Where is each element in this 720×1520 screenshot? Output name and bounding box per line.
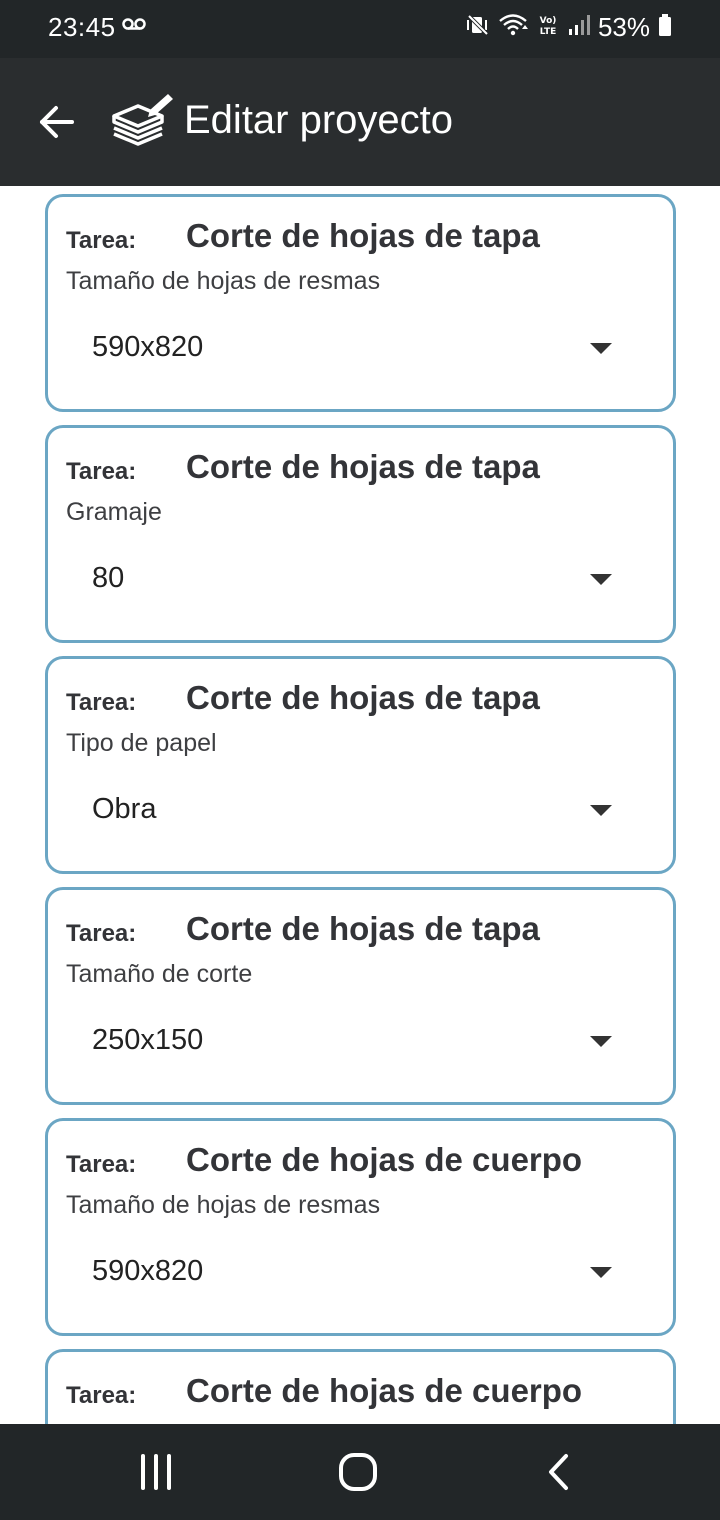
- tarea-label: Tarea:: [66, 227, 137, 254]
- task-card: Tarea: Corte de hojas de tapa Tipo de pa…: [45, 656, 676, 874]
- tarea-label: Tarea:: [66, 458, 137, 485]
- app-bar: Editar proyecto: [0, 58, 720, 186]
- tarea-name: Corte de hojas de tapa: [186, 679, 540, 716]
- value-dropdown[interactable]: 590x820: [92, 1251, 612, 1293]
- dropdown-arrow-icon: [590, 1267, 612, 1278]
- dropdown-arrow-icon: [590, 805, 612, 816]
- dropdown-value: 590x820: [92, 331, 204, 363]
- screen: 23:45 Vo) LTE 53% Editar proyecto Tarea:…: [0, 0, 720, 1520]
- page-title: Editar proyecto: [184, 98, 454, 142]
- back-button[interactable]: [32, 98, 80, 146]
- value-dropdown[interactable]: 80: [92, 558, 612, 600]
- tarea-name: Corte de hojas de cuerpo: [186, 1141, 583, 1178]
- recents-icon: [141, 1454, 171, 1490]
- field-label: Tamaño de hojas de resmas: [66, 267, 381, 295]
- field-label: Gramaje: [66, 498, 162, 526]
- tarea-name: Corte de hojas de tapa: [186, 217, 540, 254]
- status-bar: 23:45 Vo) LTE 53%: [0, 0, 720, 58]
- mute-vibrate-icon: [466, 13, 490, 42]
- wifi-icon: [498, 13, 528, 42]
- nav-back-button[interactable]: [536, 1450, 584, 1494]
- svg-text:LTE: LTE: [540, 27, 557, 37]
- tarea-label: Tarea:: [66, 920, 137, 947]
- status-time: 23:45: [48, 12, 116, 42]
- task-card: Tarea: Corte de hojas de cuerpo Tamaño d…: [45, 1118, 676, 1336]
- dropdown-value: 590x820: [92, 1255, 204, 1287]
- chevron-left-icon: [549, 1454, 568, 1490]
- task-card: Tarea: Corte de hojas de tapa Tamaño de …: [45, 887, 676, 1105]
- field-label: Tipo de papel: [66, 729, 217, 757]
- tarea-name: Corte de hojas de cuerpo: [186, 1372, 583, 1409]
- paper-stack-edit-icon: [110, 90, 176, 154]
- dropdown-arrow-icon: [590, 343, 612, 354]
- tarea-name: Corte de hojas de tapa: [186, 448, 540, 485]
- dropdown-value: Obra: [92, 793, 157, 825]
- tarea-name: Corte de hojas de tapa: [186, 910, 540, 947]
- task-card: Tarea: Corte de hojas de tapa Tamaño de …: [45, 194, 676, 412]
- dropdown-arrow-icon: [590, 1036, 612, 1047]
- tarea-label: Tarea:: [66, 1151, 137, 1178]
- task-list: Tarea: Corte de hojas de tapa Tamaño de …: [0, 186, 720, 1424]
- recents-button[interactable]: [132, 1450, 180, 1494]
- field-label: Tamaño de hojas de resmas: [66, 1191, 381, 1219]
- value-dropdown[interactable]: 250x150: [92, 1020, 612, 1062]
- value-dropdown[interactable]: 590x820: [92, 327, 612, 369]
- home-icon: [339, 1453, 377, 1491]
- home-button[interactable]: [334, 1450, 382, 1494]
- value-dropdown[interactable]: Obra: [92, 789, 612, 831]
- tarea-label: Tarea:: [66, 689, 137, 716]
- svg-text:Vo): Vo): [540, 16, 557, 26]
- arrow-left-icon: [40, 106, 74, 138]
- signal-icon: [568, 13, 590, 42]
- dropdown-arrow-icon: [590, 574, 612, 585]
- tarea-label: Tarea:: [66, 1382, 137, 1409]
- battery-percent: 53%: [597, 12, 650, 42]
- field-label: Tamaño de corte: [66, 960, 253, 988]
- task-card: Tarea: Corte de hojas de tapa Gramaje 80: [45, 425, 676, 643]
- dropdown-value: 250x150: [92, 1024, 204, 1056]
- volte-icon: Vo) LTE: [536, 13, 560, 42]
- task-card: Tarea: Corte de hojas de cuerpo: [45, 1349, 676, 1424]
- system-nav-bar: [0, 1424, 720, 1520]
- battery-icon: [658, 13, 672, 42]
- status-icons: Vo) LTE 53%: [466, 12, 672, 43]
- dropdown-value: 80: [92, 562, 125, 594]
- voicemail-icon: [122, 14, 148, 39]
